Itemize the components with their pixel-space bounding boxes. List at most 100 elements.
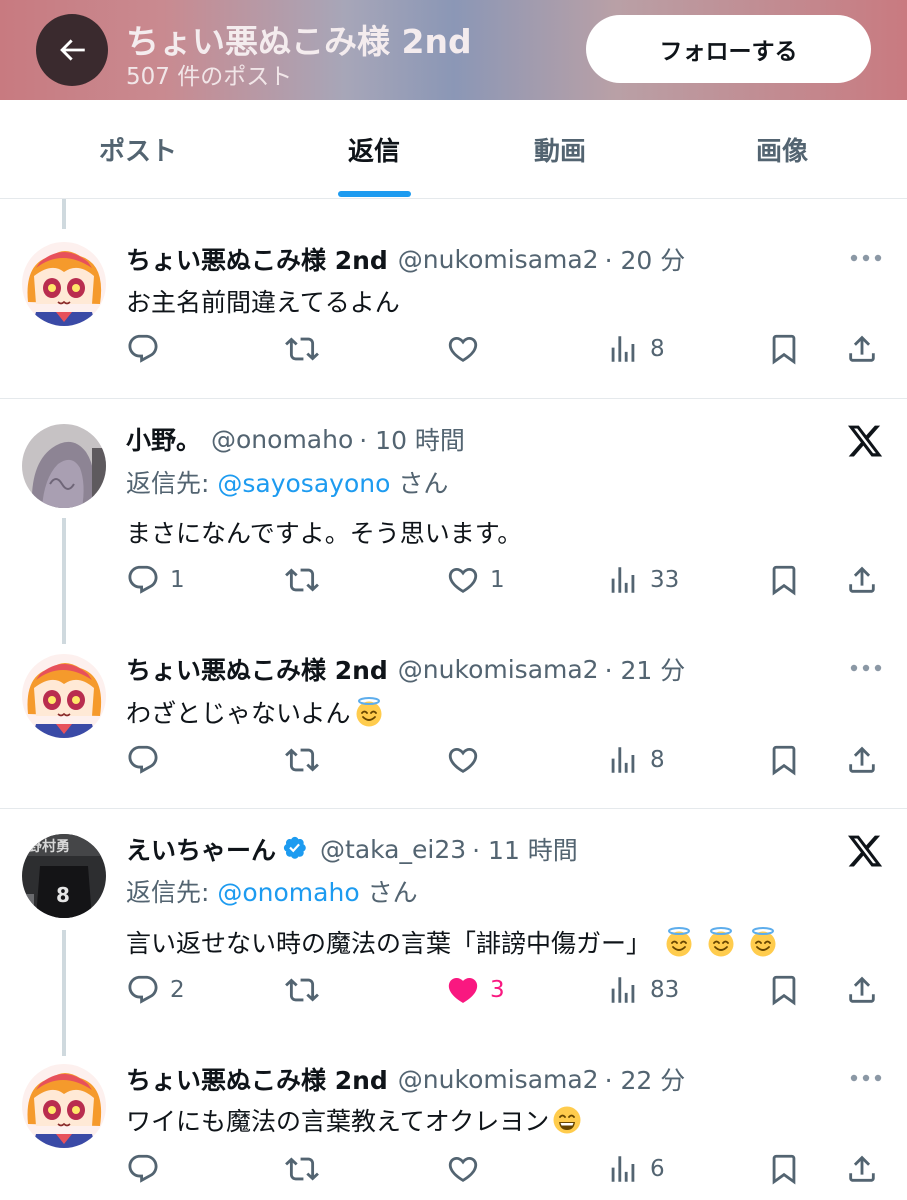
avatar[interactable] <box>22 424 106 508</box>
bookmark-button[interactable] <box>767 1152 801 1186</box>
views-button[interactable]: 83 <box>606 973 679 1007</box>
reply-icon <box>126 563 160 597</box>
post-text-content: ワイにも魔法の言葉教えてオクレヨン <box>126 1107 550 1136</box>
bookmark-button[interactable] <box>767 332 801 366</box>
views-button[interactable]: 6 <box>606 1152 665 1186</box>
retweet-icon <box>285 743 319 777</box>
action-bar: 1 1 33 <box>0 563 907 603</box>
active-tab-indicator <box>338 191 411 197</box>
reply-button[interactable] <box>126 1152 170 1186</box>
more-icon[interactable] <box>850 664 882 672</box>
profile-header-banner: ちょい悪ぬこみ様 2nd 507 件のポスト フォローする <box>0 0 907 100</box>
author-handle[interactable]: @nukomisama2 <box>398 655 599 684</box>
reply-icon <box>126 332 160 366</box>
retweet-icon <box>285 973 319 1007</box>
views-button[interactable]: 8 <box>606 743 665 777</box>
author-name[interactable]: えいちゃーん <box>126 831 276 867</box>
tab-videos[interactable]: 動画 <box>480 100 640 198</box>
author-handle[interactable]: @nukomisama2 <box>398 245 599 274</box>
avatar[interactable] <box>22 242 106 326</box>
reply-to-mention[interactable]: @onomaho <box>217 878 359 907</box>
reply-to-prefix: 返信先: <box>126 469 218 498</box>
view-count: 33 <box>650 567 680 593</box>
view-count: 8 <box>650 336 665 362</box>
repost-button[interactable] <box>285 743 319 777</box>
more-icon[interactable] <box>850 254 882 262</box>
author-handle[interactable]: @taka_ei23 <box>320 835 466 864</box>
halo-smile-emoji <box>705 926 737 958</box>
post-time[interactable]: · 11 時間 <box>472 831 578 867</box>
reply-button[interactable] <box>126 332 170 366</box>
profile-name: ちょい悪ぬこみ様 2nd <box>126 22 472 61</box>
author-handle[interactable]: @nukomisama2 <box>398 1065 599 1094</box>
like-button[interactable] <box>446 332 490 366</box>
bookmark-button[interactable] <box>767 743 801 777</box>
post-text: まさになんですよ。そう思います。 <box>126 519 523 548</box>
views-icon <box>606 743 640 777</box>
tab-posts[interactable]: ポスト <box>58 100 218 198</box>
views-button[interactable]: 33 <box>606 563 679 597</box>
repost-button[interactable] <box>285 563 319 597</box>
retweet-icon <box>285 1152 319 1186</box>
tab-replies[interactable]: 返信 <box>294 100 454 198</box>
like-button[interactable]: 1 <box>446 563 505 597</box>
views-icon <box>606 332 640 366</box>
halo-smile-emoji <box>663 926 695 958</box>
share-button[interactable] <box>845 1152 879 1186</box>
reply-icon <box>126 973 160 1007</box>
avatar[interactable] <box>22 654 106 738</box>
share-icon <box>845 1152 879 1186</box>
follow-button[interactable]: フォローする <box>586 15 871 83</box>
back-arrow-icon <box>60 39 85 61</box>
repost-button[interactable] <box>285 1152 319 1186</box>
avatar[interactable] <box>22 1064 106 1148</box>
repost-button[interactable] <box>285 973 319 1007</box>
action-bar: 8 <box>0 743 907 783</box>
author-name[interactable]: ちょい悪ぬこみ様 2nd <box>126 651 388 687</box>
reply-icon <box>126 1152 160 1186</box>
reply-button[interactable] <box>126 743 170 777</box>
author-name[interactable]: ちょい悪ぬこみ様 2nd <box>126 1061 388 1097</box>
reply-to-suffix: さん <box>359 878 418 907</box>
author-name[interactable]: ちょい悪ぬこみ様 2nd <box>126 241 388 277</box>
avatar[interactable] <box>22 834 106 918</box>
like-button[interactable] <box>446 1152 490 1186</box>
like-button[interactable]: 3 <box>446 973 505 1007</box>
action-bar: 8 <box>0 332 907 372</box>
post-text: 言い返せない時の魔法の言葉「誹謗中傷ガー」 <box>126 924 779 960</box>
post-text-content: わざとじゃないよん <box>126 699 351 728</box>
bookmark-button[interactable] <box>767 563 801 597</box>
back-button[interactable] <box>36 14 108 86</box>
reply-button[interactable]: 1 <box>126 563 185 597</box>
share-button[interactable] <box>845 563 879 597</box>
halo-smile-emoji <box>353 696 385 728</box>
x-logo-icon <box>846 422 884 460</box>
action-bar: 2 3 83 <box>0 973 907 1013</box>
share-icon <box>845 563 879 597</box>
like-button[interactable] <box>446 743 490 777</box>
share-button[interactable] <box>845 973 879 1007</box>
view-count: 83 <box>650 977 680 1003</box>
reply-count: 1 <box>170 567 185 593</box>
views-button[interactable]: 8 <box>606 332 665 366</box>
more-icon[interactable] <box>850 1074 882 1082</box>
author-handle[interactable]: @onomaho <box>211 425 353 454</box>
reply-to-mention[interactable]: @sayosayono <box>217 469 390 498</box>
bookmark-icon <box>767 743 801 777</box>
post-time[interactable]: · 22 分 <box>605 1061 686 1097</box>
repost-button[interactable] <box>285 332 319 366</box>
author-name[interactable]: 小野。 <box>126 421 201 457</box>
share-button[interactable] <box>845 743 879 777</box>
bookmark-button[interactable] <box>767 973 801 1007</box>
reply-count: 2 <box>170 977 185 1003</box>
post-time[interactable]: · 10 時間 <box>359 421 465 457</box>
tab-images[interactable]: 画像 <box>702 100 862 198</box>
post-time[interactable]: · 20 分 <box>605 241 686 277</box>
post-time[interactable]: · 21 分 <box>605 651 686 687</box>
post-count: 507 件のポスト <box>126 64 293 90</box>
views-icon <box>606 563 640 597</box>
share-button[interactable] <box>845 332 879 366</box>
thread-line <box>62 199 66 229</box>
reply-button[interactable]: 2 <box>126 973 185 1007</box>
retweet-icon <box>285 332 319 366</box>
